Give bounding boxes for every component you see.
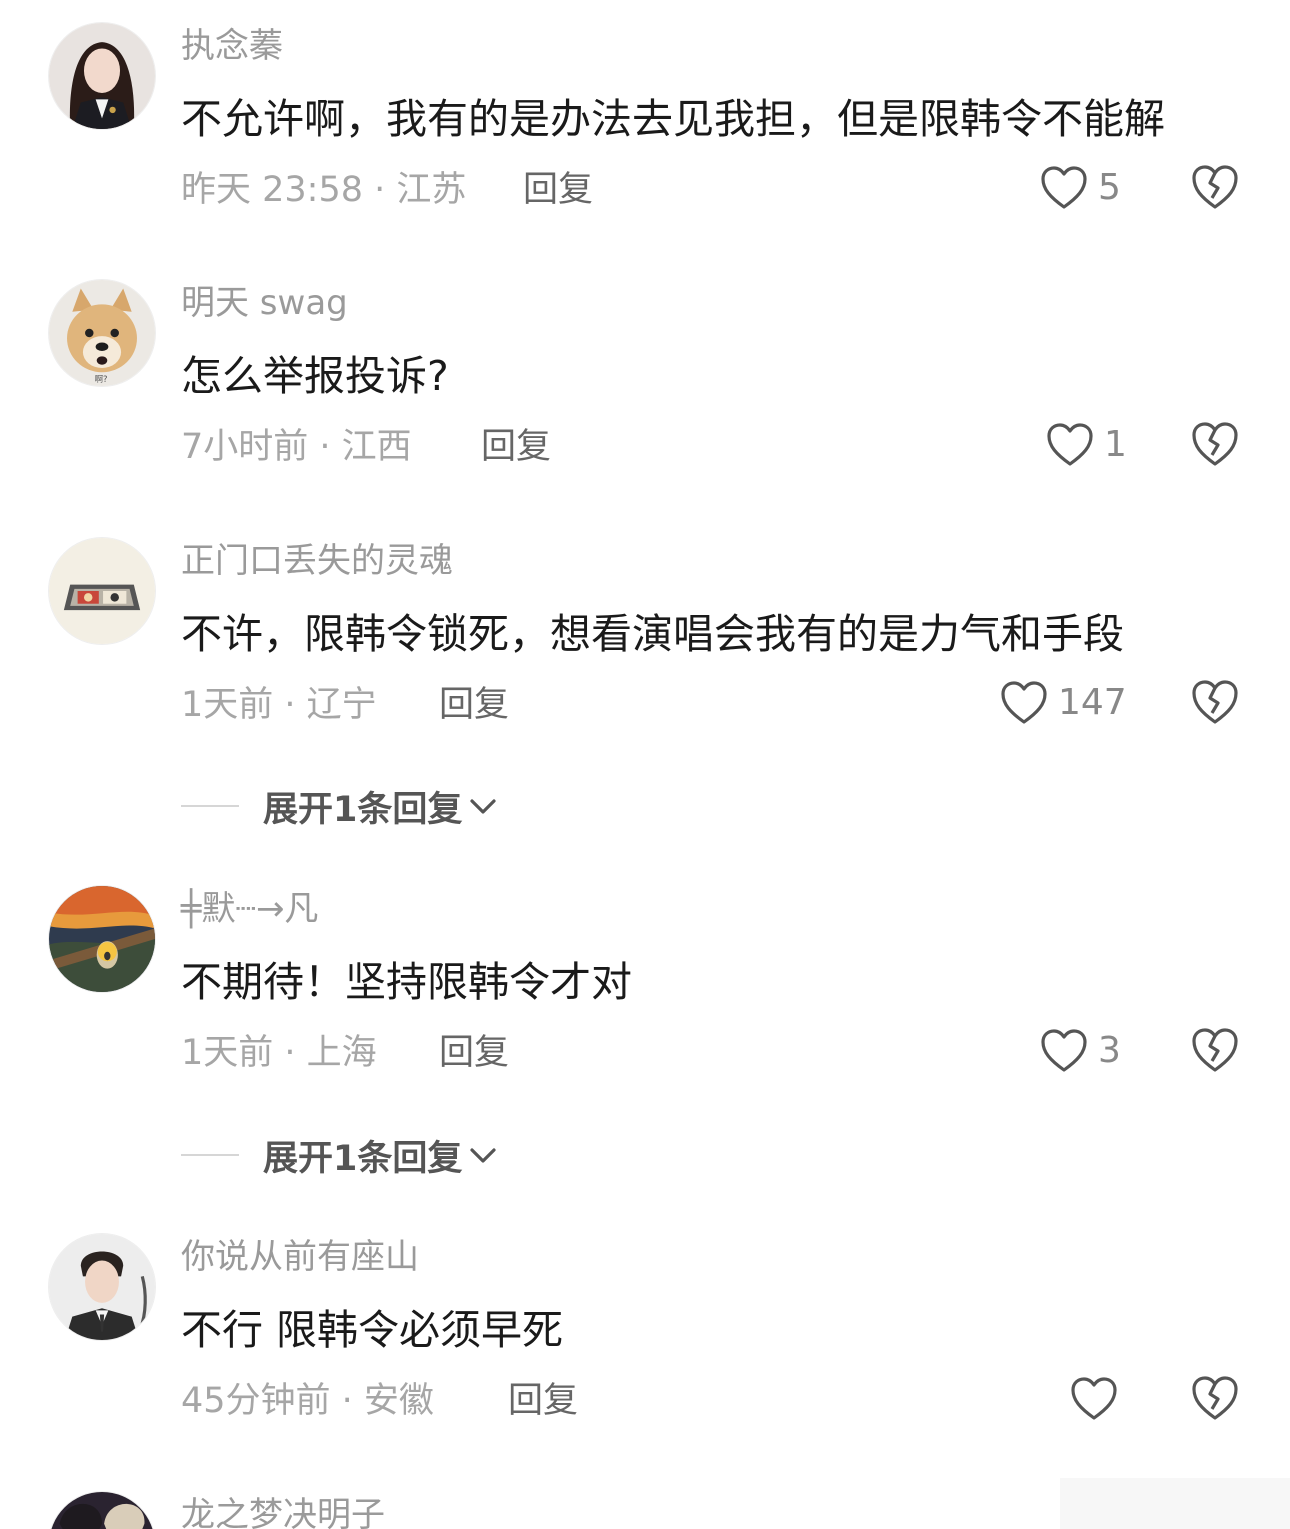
scream-painting-avatar-icon — [49, 886, 155, 992]
like-button[interactable]: 3 — [1040, 1023, 1121, 1079]
broken-heart-icon — [1192, 165, 1238, 209]
comment-text: 不行 限韩令必须早死 — [181, 1306, 564, 1354]
like-button[interactable] — [1070, 1371, 1128, 1427]
expand-replies-button[interactable]: 展开1条回复 — [181, 1128, 500, 1182]
like-button[interactable]: 147 — [1000, 675, 1127, 731]
username[interactable]: ╪默┈→凡 — [181, 887, 318, 931]
username[interactable]: 执念蓁 — [181, 24, 283, 68]
reply-button[interactable]: 回复 — [439, 1031, 509, 1075]
like-count: 3 — [1098, 1030, 1121, 1071]
heart-icon — [1071, 1377, 1117, 1420]
expand-replies-button[interactable]: 展开1条回复 — [181, 779, 500, 833]
heart-icon — [1041, 1029, 1087, 1072]
like-count: 5 — [1098, 167, 1121, 208]
divider-line — [181, 805, 239, 807]
comment-meta: 45分钟前 · 安徽 — [181, 1381, 434, 1421]
like-button[interactable]: 1 — [1046, 417, 1127, 473]
username[interactable]: 龙之梦决明子 — [181, 1493, 385, 1529]
dislike-button[interactable] — [1190, 1373, 1240, 1423]
reply-button[interactable]: 回复 — [439, 683, 509, 727]
like-count: 1 — [1104, 424, 1127, 465]
cartoon-tray-avatar-icon — [49, 538, 155, 644]
broken-heart-icon — [1192, 1028, 1238, 1072]
user-avatar[interactable] — [48, 1233, 156, 1341]
comment-text: 不期待！坚持限韩令才对 — [181, 958, 632, 1006]
username[interactable]: 你说从前有座山 — [181, 1235, 419, 1279]
heart-icon — [1041, 166, 1087, 209]
dislike-button[interactable] — [1190, 419, 1240, 469]
shiba-dog-avatar-icon: 啊? — [49, 280, 155, 386]
heart-icon — [1001, 681, 1047, 724]
svg-text:啊?: 啊? — [95, 374, 108, 384]
watermark — [1060, 1478, 1290, 1529]
comment-text: 不允许啊，我有的是办法去见我担，但是限韩令不能解 — [181, 95, 1165, 143]
broken-heart-icon — [1192, 1376, 1238, 1420]
user-avatar[interactable] — [48, 1491, 156, 1529]
comment-list: 执念蓁 不允许啊，我有的是办法去见我担，但是限韩令不能解 昨天 23:58 · … — [0, 0, 1290, 1529]
user-avatar[interactable] — [48, 537, 156, 645]
comment-meta: 7小时前 · 江西 — [181, 427, 412, 467]
group-photo-avatar-icon — [49, 1492, 155, 1529]
user-avatar[interactable] — [48, 22, 156, 130]
username[interactable]: 正门口丢失的灵魂 — [181, 539, 453, 583]
expand-replies-label: 展开1条回复 — [263, 1138, 463, 1179]
reply-button[interactable]: 回复 — [508, 1379, 578, 1423]
like-button[interactable]: 5 — [1040, 160, 1121, 216]
heart-icon — [1047, 423, 1093, 466]
username[interactable]: 明天 swag — [181, 281, 348, 325]
divider-line — [181, 1154, 239, 1156]
man-portrait-avatar-icon — [49, 1234, 155, 1340]
chevron-down-icon — [470, 1148, 496, 1163]
comment-meta: 昨天 23:58 · 江苏 — [181, 170, 467, 210]
like-count: 147 — [1058, 682, 1127, 723]
dislike-button[interactable] — [1190, 162, 1240, 212]
reply-button[interactable]: 回复 — [481, 425, 551, 469]
broken-heart-icon — [1192, 422, 1238, 466]
comment-text: 不许，限韩令锁死，想看演唱会我有的是力气和手段 — [181, 610, 1124, 658]
girl-portrait-avatar-icon — [49, 23, 155, 129]
expand-replies-label: 展开1条回复 — [263, 789, 463, 830]
user-avatar[interactable] — [48, 885, 156, 993]
dislike-button[interactable] — [1190, 1025, 1240, 1075]
reply-button[interactable]: 回复 — [523, 168, 593, 212]
dislike-button[interactable] — [1190, 677, 1240, 727]
chevron-down-icon — [470, 799, 496, 814]
broken-heart-icon — [1192, 680, 1238, 724]
user-avatar[interactable]: 啊? — [48, 279, 156, 387]
comment-meta: 1天前 · 辽宁 — [181, 685, 377, 725]
comment-meta: 1天前 · 上海 — [181, 1033, 377, 1073]
comment-text: 怎么举报投诉? — [181, 352, 449, 400]
